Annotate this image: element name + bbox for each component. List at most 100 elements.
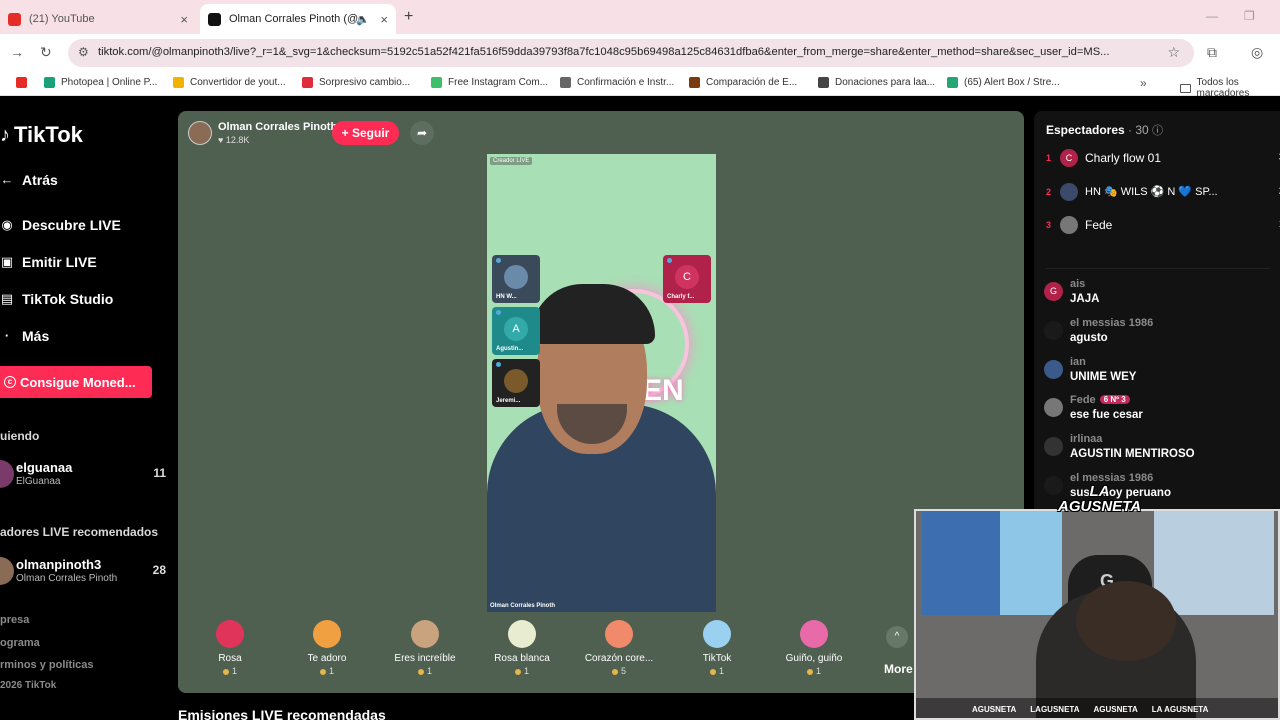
bookmark-alertbox[interactable]: (65) Alert Box / Stre...: [947, 77, 1060, 88]
chat-username[interactable]: irlinaa: [1070, 433, 1102, 445]
viewer-rank: 2: [1046, 187, 1052, 197]
viewer-count: 28: [152, 563, 166, 577]
recommended-lives-title: Emisiones LIVE recomendadas: [178, 707, 386, 720]
site-icon: [689, 77, 700, 88]
info-icon[interactable]: ⓘ: [1152, 125, 1163, 137]
viewer-avatar: [1060, 183, 1078, 201]
nav-discover-live[interactable]: ◉ Descubre LIVE: [0, 217, 121, 233]
bookmark-instagram[interactable]: Free Instagram Com...: [431, 77, 548, 88]
top-viewer[interactable]: 1 C Charly flow 01 3: [1034, 147, 1280, 173]
panel-divider: [1046, 268, 1270, 269]
more-gifts-button[interactable]: More: [884, 662, 913, 676]
tab-tiktok[interactable]: Olman Corrales Pinoth (@o 🔈 ×: [200, 4, 396, 34]
nav-tiktok-studio[interactable]: ▤ TikTok Studio: [0, 291, 113, 307]
guest-name: HN W...: [496, 294, 517, 300]
bookmark-star-icon[interactable]: ☆: [1167, 44, 1180, 61]
site-info-icon[interactable]: ⚙: [78, 45, 89, 59]
footer-terms[interactable]: rminos y políticas: [0, 659, 94, 671]
chat-username[interactable]: Fede 6 Nº 3: [1070, 394, 1130, 406]
chat-username[interactable]: ian: [1070, 356, 1086, 368]
bookmark-youtube[interactable]: [16, 77, 33, 88]
viewer-name: Fede: [1085, 218, 1113, 232]
top-viewer[interactable]: 2 HN 🎭 WILS ⚽ N 💙 SP... 2: [1034, 181, 1280, 207]
gift-name: Rosa blanca: [494, 653, 550, 664]
nav-label: Emitir LIVE: [22, 254, 97, 270]
minimize-button[interactable]: —: [1206, 9, 1218, 23]
tiktok-gift-icon: [703, 620, 731, 648]
profile-icon[interactable]: ◎: [1251, 44, 1263, 61]
viewers-title: Espectadores · 30 ⓘ: [1046, 122, 1163, 138]
account-name: olmanpinoth3: [16, 557, 102, 572]
chat-username[interactable]: el messias 1986: [1070, 472, 1153, 484]
close-icon[interactable]: ×: [180, 12, 188, 27]
footer-company[interactable]: presa: [0, 614, 29, 626]
forward-icon[interactable]: →: [10, 44, 24, 60]
viewer-rank: 1: [1046, 153, 1052, 163]
chat-avatar[interactable]: [1044, 321, 1063, 340]
bookmark-convertidor[interactable]: Convertidor de yout...: [173, 77, 286, 88]
top-viewer[interactable]: 3 Fede 1: [1034, 214, 1280, 240]
get-coins-button[interactable]: c Consigue Moned...: [0, 366, 152, 398]
extensions-icon[interactable]: ⧉: [1207, 44, 1217, 61]
nav-more[interactable]: · Más: [0, 328, 49, 344]
youtube-icon: [8, 12, 21, 26]
speaker-icon[interactable]: 🔈: [356, 13, 370, 26]
gift-guino[interactable]: Guiño, guiño 1: [769, 620, 859, 676]
gift-te-adoro[interactable]: Te adoro 1: [282, 620, 372, 676]
player-poster: [1154, 511, 1274, 615]
chat-message: ian UNIME WEY: [1034, 356, 1280, 390]
gift-eres-increible[interactable]: Eres increíble 1: [380, 620, 470, 676]
gift-price: 1: [282, 666, 372, 676]
chat-message: el messias 1986 agusto: [1034, 317, 1280, 351]
following-title: uiendo: [0, 429, 40, 443]
bookmarks-overflow-button[interactable]: »: [1140, 76, 1147, 90]
chat-avatar[interactable]: G: [1044, 282, 1063, 301]
chat-username[interactable]: el messias 1986: [1070, 317, 1153, 329]
bookmark-sorpresivo[interactable]: Sorpresivo cambio...: [302, 77, 410, 88]
webcam-overlay: G AGUSNETA LAGUSNETA AGUSNETA LA AGUSNET…: [914, 509, 1280, 720]
following-account[interactable]: elguanaa ElGuanaa 11: [0, 458, 170, 494]
reload-icon[interactable]: ↻: [40, 44, 52, 61]
chat-avatar[interactable]: [1044, 360, 1063, 379]
guest-tile[interactable]: Jeremi...: [492, 359, 540, 407]
restore-button[interactable]: ❐: [1244, 9, 1255, 23]
coins-label: Consigue Moned...: [20, 374, 136, 390]
tiktok-logo-icon: ♪: [0, 123, 10, 146]
close-icon[interactable]: ×: [380, 12, 388, 27]
viewer-name: HN 🎭 WILS ⚽ N 💙 SP...: [1085, 186, 1218, 198]
bookmark-donaciones[interactable]: Donaciones para laa...: [818, 77, 935, 88]
chat-username[interactable]: ais: [1070, 278, 1085, 290]
share-icon[interactable]: ➦: [410, 121, 434, 145]
gift-tiktok[interactable]: TikTok 1: [672, 620, 762, 676]
chat-avatar[interactable]: [1044, 398, 1063, 417]
guest-tile[interactable]: C Charly f...: [663, 255, 711, 303]
mic-indicator: [496, 258, 501, 263]
bookmark-comparacion[interactable]: Comparación de E...: [689, 77, 797, 88]
gift-rosa-blanca[interactable]: Rosa blanca 1: [477, 620, 567, 676]
nav-go-live[interactable]: ▣ Emitir LIVE: [0, 254, 97, 270]
chat-avatar[interactable]: [1044, 437, 1063, 456]
gift-corazon[interactable]: Corazón core... 5: [574, 620, 664, 676]
new-tab-button[interactable]: +: [404, 8, 413, 26]
hand-heart-icon: [605, 620, 633, 648]
bookmark-photopea[interactable]: Photopea | Online P...: [44, 77, 157, 88]
guest-tile[interactable]: A Agustin...: [492, 307, 540, 355]
url-field[interactable]: ⚙ tiktok.com/@olmanpinoth3/live?_r=1&_sv…: [68, 39, 1194, 67]
tiktok-logo[interactable]: ♪ TikTok: [0, 122, 83, 148]
gift-rosa[interactable]: Rosa 1: [185, 620, 275, 676]
live-video[interactable]: Creador LIVE MEN Olman Corrales Pinoth H…: [487, 154, 716, 612]
guest-tile[interactable]: HN W...: [492, 255, 540, 303]
bookmark-confirmacion[interactable]: Confirmación e Instr...: [560, 77, 674, 88]
agusneta-logo: LA AGUSNETA: [1058, 484, 1141, 514]
nav-back[interactable]: ← Atrás: [0, 172, 58, 188]
folder-icon: [1180, 83, 1191, 93]
tab-youtube[interactable]: (21) YouTube ×: [0, 4, 196, 34]
logo-line: LA: [1089, 483, 1110, 500]
footer-program[interactable]: ograma: [0, 637, 40, 649]
follow-button[interactable]: + Seguir: [332, 121, 399, 145]
chat-text: ese fue cesar: [1070, 409, 1143, 421]
live-room: Olman Corrales Pinoth ♥ 12.8K + Seguir ➦…: [178, 111, 1024, 693]
recommended-account[interactable]: olmanpinoth3 Olman Corrales Pinoth 28: [0, 555, 170, 591]
streamer-head: [1076, 581, 1176, 661]
chevron-up-icon[interactable]: ^: [886, 626, 908, 648]
